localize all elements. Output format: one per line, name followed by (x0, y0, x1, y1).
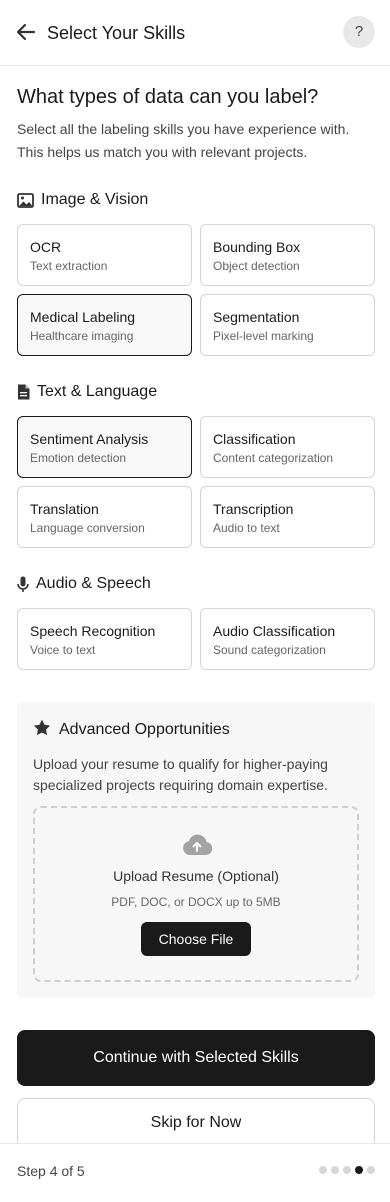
skill-card-audio-classification[interactable]: Audio Classification Sound categorizatio… (200, 608, 375, 670)
image-icon (17, 192, 34, 208)
skill-title: Speech Recognition (30, 623, 156, 639)
document-icon (17, 384, 30, 400)
star-icon (33, 719, 51, 741)
skill-subtitle: Content categorization (213, 451, 334, 465)
skill-card-classification[interactable]: Classification Content categorization (200, 416, 375, 478)
microphone-icon (17, 576, 29, 593)
section-header-audio-speech: Audio & Speech (17, 573, 151, 595)
skill-card-speech-recognition[interactable]: Speech Recognition Voice to text (17, 608, 192, 670)
upload-hint: PDF, DOC, or DOCX up to 5MB (111, 895, 281, 909)
back-arrow-icon[interactable] (14, 20, 38, 44)
skill-title: Segmentation (213, 309, 300, 325)
section-label: Audio & Speech (36, 575, 151, 592)
skill-subtitle: Object detection (213, 259, 300, 273)
skill-subtitle: Text extraction (30, 259, 108, 273)
advanced-title: Advanced Opportunities (59, 721, 230, 738)
resume-dropzone[interactable]: Upload Resume (Optional) PDF, DOC, or DO… (33, 806, 359, 982)
step-dot (343, 1166, 351, 1174)
skill-card-bounding-box[interactable]: Bounding Box Object detection (200, 224, 375, 286)
intro-text: Select all the labeling skills you have … (17, 121, 350, 160)
skill-title: Medical Labeling (30, 309, 136, 325)
page-title: Select Your Skills (47, 23, 186, 43)
skill-card-sentiment-analysis[interactable]: Sentiment Analysis Emotion detection (17, 416, 192, 478)
advanced-opportunities-panel: Advanced Opportunities Upload your resum… (17, 702, 375, 998)
skill-subtitle: Audio to text (213, 521, 280, 535)
skill-title: Translation (30, 501, 99, 517)
skill-card-ocr[interactable]: OCR Text extraction (17, 224, 192, 286)
skill-title: Sentiment Analysis (30, 431, 149, 447)
step-dot-active (355, 1166, 363, 1174)
continue-button[interactable]: Continue with Selected Skills (17, 1030, 375, 1086)
skill-subtitle: Healthcare imaging (30, 329, 134, 343)
skill-subtitle: Voice to text (30, 643, 96, 657)
skill-title: Classification (213, 431, 296, 447)
progress-footer: Step 4 of 5 (0, 1143, 390, 1202)
skill-card-medical-labeling[interactable]: Medical Labeling Healthcare imaging (17, 294, 192, 356)
skill-card-segmentation[interactable]: Segmentation Pixel-level marking (200, 294, 375, 356)
skill-title: Transcription (213, 501, 294, 517)
skip-button[interactable]: Skip for Now (17, 1098, 375, 1148)
upload-title: Upload Resume (Optional) (113, 868, 279, 884)
main-heading: What types of data can you label? (17, 86, 319, 108)
section-label: Text & Language (37, 383, 158, 400)
section-label: Image & Vision (41, 191, 149, 208)
skill-subtitle: Language conversion (30, 521, 145, 535)
step-indicator-text: Step 4 of 5 (17, 1163, 85, 1179)
skill-card-transcription[interactable]: Transcription Audio to text (200, 486, 375, 548)
skill-subtitle: Pixel-level marking (213, 329, 314, 343)
app-header: Select Your Skills ? (0, 0, 390, 66)
section-header-text-language: Text & Language (17, 381, 157, 403)
choose-file-button[interactable]: Choose File (141, 922, 251, 956)
skill-title: Bounding Box (213, 239, 301, 255)
advanced-description: Upload your resume to qualify for higher… (33, 756, 328, 793)
skill-subtitle: Sound categorization (213, 643, 326, 657)
skill-card-translation[interactable]: Translation Language conversion (17, 486, 192, 548)
skill-subtitle: Emotion detection (30, 451, 127, 465)
help-button[interactable]: ? (343, 16, 375, 48)
skill-title: OCR (30, 239, 62, 255)
step-dot (331, 1166, 339, 1174)
advanced-header: Advanced Opportunities (33, 719, 230, 741)
step-dot (319, 1166, 327, 1174)
skill-title: Audio Classification (213, 623, 336, 639)
step-dot (367, 1166, 375, 1174)
cloud-upload-icon (182, 834, 213, 861)
section-header-image-vision: Image & Vision (17, 189, 148, 211)
step-dots (319, 1166, 375, 1174)
